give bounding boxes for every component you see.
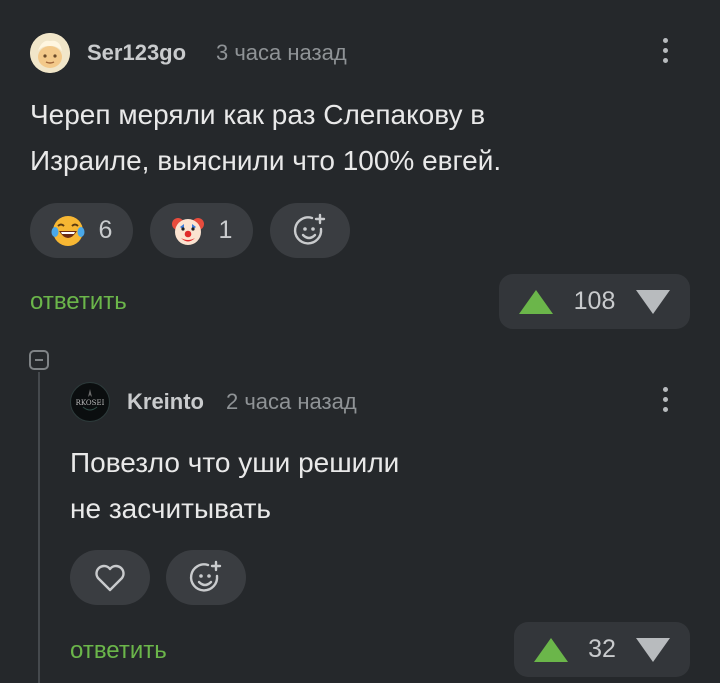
- reply-link[interactable]: ответить: [70, 637, 167, 665]
- avatar[interactable]: [30, 33, 70, 73]
- comment-author[interactable]: Kreinto: [127, 389, 204, 415]
- comment-time[interactable]: 3 часа назад: [216, 40, 347, 66]
- add-reaction-icon: [293, 213, 326, 245]
- add-reaction-button[interactable]: [270, 203, 350, 258]
- add-reaction-icon: [189, 560, 222, 592]
- reaction-count: 1: [218, 216, 233, 244]
- reaction-laughing[interactable]: 6: [30, 203, 133, 258]
- comment-text-line: Череп меряли как раз Слепакову в: [30, 99, 486, 130]
- comment-text-line: не засчитывать: [70, 493, 272, 524]
- downvote-icon[interactable]: [636, 289, 670, 314]
- downvote-icon[interactable]: [636, 637, 670, 662]
- rating-box: 108: [499, 274, 690, 329]
- comment-author[interactable]: Ser123go: [87, 40, 186, 66]
- heart-icon: [95, 564, 125, 591]
- comment-time[interactable]: 2 часа назад: [226, 389, 357, 415]
- reaction-clown[interactable]: 1: [150, 203, 253, 258]
- rating-box: 32: [514, 622, 690, 677]
- rating-count: 108: [573, 287, 616, 315]
- more-options-icon[interactable]: [661, 38, 669, 68]
- avatar-logo-text: RKOSEI: [76, 399, 105, 407]
- add-reaction-button[interactable]: [166, 550, 246, 605]
- comment-text: Повезло что уши решили не засчитывать: [70, 440, 399, 532]
- upvote-icon[interactable]: [534, 637, 568, 662]
- thread-line[interactable]: [38, 372, 40, 683]
- rating-count: 32: [588, 635, 616, 663]
- collapse-thread-button[interactable]: [29, 350, 49, 370]
- avatar[interactable]: RKOSEI: [70, 382, 110, 422]
- comment-text-line: Повезло что уши решили: [70, 447, 400, 478]
- comment-text: Череп меряли как раз Слепакову в Израиле…: [30, 92, 501, 184]
- like-button[interactable]: [70, 550, 150, 605]
- laughing-tears-emoji-icon: [51, 215, 85, 246]
- reaction-count: 6: [98, 216, 113, 244]
- comment-text-line: Израиле, выяснили что 100% евгей.: [30, 145, 502, 176]
- reply-link[interactable]: ответить: [30, 288, 127, 316]
- more-options-icon[interactable]: [661, 387, 669, 417]
- clown-face-emoji-icon: [171, 217, 204, 245]
- upvote-icon[interactable]: [519, 289, 553, 314]
